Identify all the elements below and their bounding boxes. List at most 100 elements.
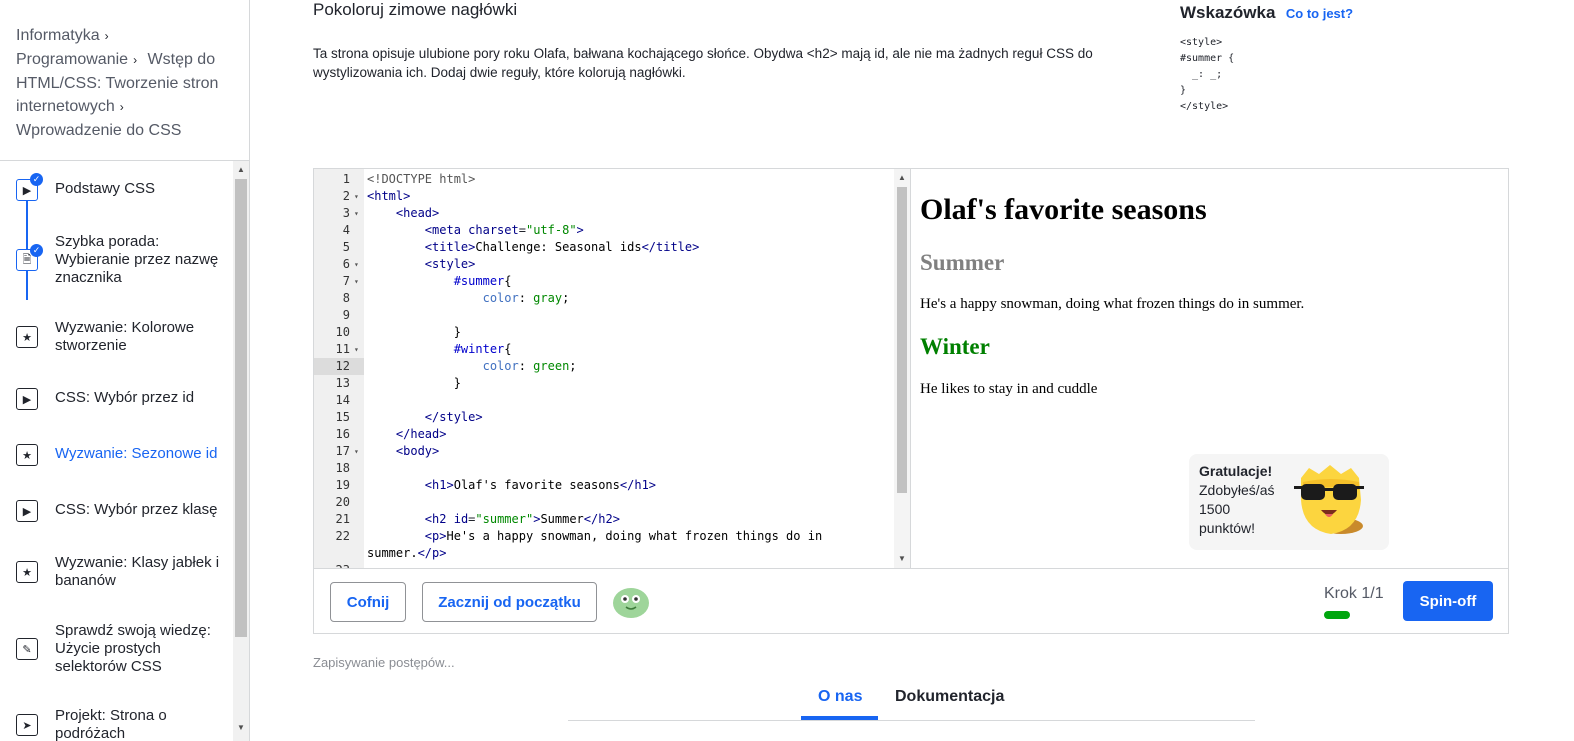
code-line[interactable]: 21 <h2 id="summer">Summer</h2> [314,511,894,528]
breadcrumb-unit[interactable]: Wprowadzenie do CSS [16,122,181,139]
congrats-title: Gratulacje! [1199,463,1273,479]
scroll-down-icon[interactable]: ▼ [233,723,249,732]
line-number: 4 [342,223,350,237]
code-editor[interactable]: 1 <!DOCTYPE html> 2 ▾ <html> 3 ▾ <head> 4 <meta… [314,169,911,568]
code-line[interactable]: 5 <title>Challenge: Seasonal ids</title> [314,239,894,256]
code-line[interactable]: 9 [314,307,894,324]
hint-code: <style> #summer { _: _; } </style> [1180,37,1235,112]
fold-arrow-icon[interactable]: ▾ [354,205,359,222]
line-number: 22 [335,529,350,543]
code-text: color: gray; [482,291,570,305]
fold-arrow-icon[interactable]: ▾ [354,188,359,205]
tab-o-nas[interactable]: O nas [818,688,862,706]
pencil-icon: ✎ [16,638,38,660]
sidebar-scrollbar[interactable]: ▲ ▼ [233,161,249,741]
editor-toolbar: Cofnij Zacznij od początku Krok 1/1 Spin… [314,568,1508,633]
hint-header: Wskazówka Co to jest? [1180,3,1353,23]
code-line[interactable]: 16 </head> [314,426,894,443]
code-text: <style> [424,257,476,271]
lesson-item-kolorowe-stworzenie[interactable]: ★ Wyzwanie: Kolorowe stworzenie [0,319,232,359]
tab-dokumentacja[interactable]: Dokumentacja [895,688,1004,706]
line-number: 18 [335,461,350,475]
scrollbar-thumb[interactable] [235,179,247,637]
code-line[interactable]: 10 } [314,324,894,341]
line-number: 9 [342,308,350,322]
code-line[interactable]: 13 } [314,375,894,392]
code-text: } [367,325,461,339]
fold-arrow-icon[interactable]: ▾ [354,256,359,273]
breadcrumb-informatyka[interactable]: Informatyka [16,27,100,44]
code-text: <h1>Olaf's favorite seasons</h1> [424,478,657,492]
lesson-label: Wyzwanie: Sezonowe id [55,445,218,462]
fold-arrow-icon[interactable]: ▾ [354,443,359,460]
breadcrumb-programowanie[interactable]: Programowanie [16,51,128,68]
code-line[interactable]: 11 ▾ #winter{ [314,341,894,358]
code-text: color: green; [482,359,577,373]
scroll-down-icon[interactable]: ▼ [894,554,910,563]
what-is-it-link[interactable]: Co to jest? [1286,6,1353,21]
challenge-title: Pokoloruj zimowe nagłówki [313,0,518,19]
spinoff-button[interactable]: Spin-off [1403,581,1493,621]
line-number: 8 [342,291,350,305]
preview-summer-text: He's a happy snowman, doing what frozen … [920,296,1305,312]
restart-button[interactable]: Zacznij od początku [422,582,597,622]
code-line[interactable]: 22 <p>He's a happy snowman, doing what f… [314,528,894,545]
lesson-item-podstawy-css[interactable]: ▶ ✓ Podstawy CSS [0,173,232,218]
line-number: 7 [342,274,350,288]
sunglasses-mascot-icon [1294,465,1364,534]
blob-avatar-icon[interactable] [612,585,650,619]
lesson-item-sprawdz-wiedze[interactable]: ✎ Sprawdź swoją wiedzę: Użycie prostych … [0,622,232,682]
scroll-up-icon[interactable]: ▲ [233,165,249,174]
code-line[interactable]: 1 <!DOCTYPE html> [314,171,894,188]
lesson-item-klasy-jablek[interactable]: ★ Wyzwanie: Klasy jabłek i bananów [0,554,232,594]
code-line[interactable]: 8 color: gray; [314,290,894,307]
code-text: #summer{ [453,274,512,288]
code-text: <html> [367,189,411,203]
code-line[interactable]: 15 </style> [314,409,894,426]
line-number: 3 [342,206,350,220]
code-line[interactable]: 20 [314,494,894,511]
code-line[interactable]: 17 ▾ <body> [314,443,894,460]
code-line[interactable]: 6 ▾ <style> [314,256,894,273]
code-text: <h2 id="summer">Summer</h2> [424,512,620,526]
challenge-description: Ta strona opisuje ulubione pory roku Ola… [313,46,1093,80]
lesson-item-szybka-porada[interactable]: 🗎 ✓ Szybka porada: Wybieranie przez nazw… [0,233,232,293]
fold-arrow-icon[interactable]: ▾ [354,341,359,358]
code-line[interactable]: summer.</p> [314,545,894,562]
preview-winter-heading: Winter [920,334,990,359]
code-line[interactable]: 4 <meta charset="utf-8"> [314,222,894,239]
fold-arrow-icon[interactable]: ▾ [354,273,359,290]
lesson-label: Projekt: Strona o podróżach [55,707,167,741]
code-line[interactable]: 2 ▾ <html> [314,188,894,205]
code-text: </style> [424,410,483,424]
rocket-icon: ➤ [16,714,38,736]
scroll-up-icon[interactable]: ▲ [894,173,910,182]
code-line[interactable]: 19 <h1>Olaf's favorite seasons</h1> [314,477,894,494]
lesson-item-sezonowe-id[interactable]: ★ Wyzwanie: Sezonowe id [0,443,232,473]
scrollbar-thumb[interactable] [897,187,907,493]
code-line[interactable]: 7 ▾ #summer{ [314,273,894,290]
line-number: 10 [335,325,350,339]
line-number: 6 [342,257,350,271]
lesson-label: Sprawdź swoją wiedzę: Użycie prostych se… [55,622,211,675]
lesson-label: Wyzwanie: Kolorowe stworzenie [55,319,195,354]
code-line[interactable]: 14 [314,392,894,409]
line-number: 21 [335,512,350,526]
lesson-label: CSS: Wybór przez klasę [55,501,218,518]
lesson-item-wybor-przez-id[interactable]: ▶ CSS: Wybór przez id [0,387,232,417]
code-line[interactable]: 12 color: green; [314,358,894,375]
star-icon: ★ [16,561,38,583]
editor-scrollbar[interactable]: ▲ ▼ [894,169,910,568]
code-line[interactable]: 18 [314,460,894,477]
code-text: <p>He's a happy snowman, doing what froz… [424,529,823,543]
undo-button[interactable]: Cofnij [330,582,406,622]
play-icon: ▶ [16,500,38,522]
lesson-label: Szybka porada: Wybieranie przez nazwę zn… [55,233,219,286]
code-line[interactable]: 3 ▾ <head> [314,205,894,222]
congrats-toast: Gratulacje! Zdobyłeś/aś 1500 punktów! [1189,454,1389,550]
lesson-item-projekt[interactable]: ➤ Projekt: Strona o podróżach [0,707,232,741]
line-number: 11 [335,342,350,356]
lesson-item-wybor-przez-klase[interactable]: ▶ CSS: Wybór przez klasę [0,499,232,529]
chevron-right-icon: › [133,53,138,67]
chevron-right-icon: › [104,29,109,43]
